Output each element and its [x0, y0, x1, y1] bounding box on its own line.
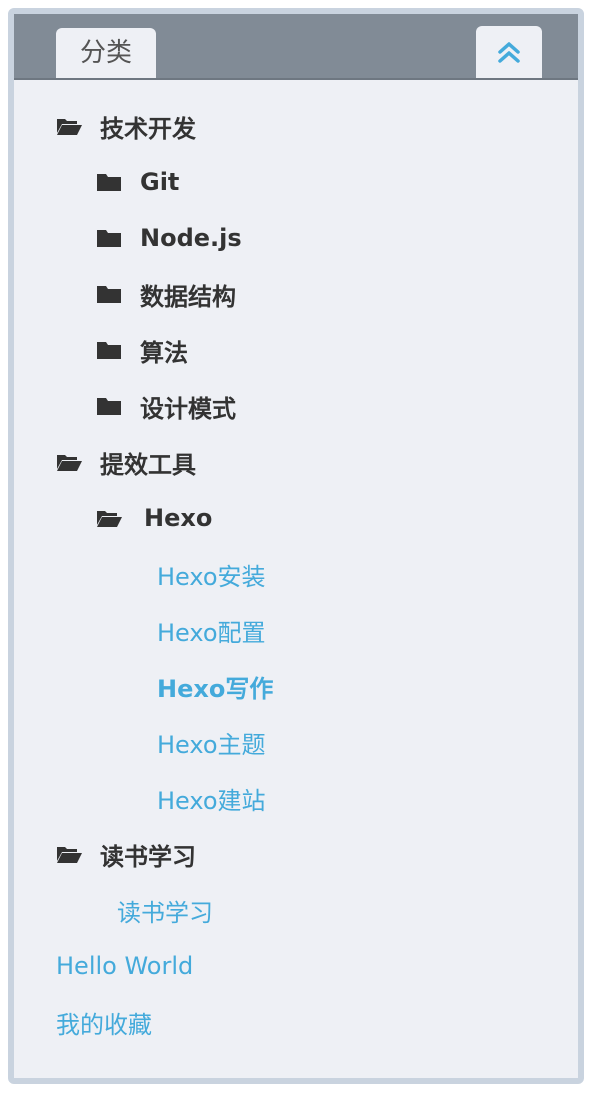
post-link-label[interactable]: Hexo建站 [157, 781, 266, 816]
category-label: 提效工具 [100, 450, 196, 479]
collapse-button[interactable] [476, 26, 542, 78]
category-label: 读书学习 [100, 842, 196, 871]
post-link[interactable]: Hexo建站 [157, 778, 266, 818]
category-algorithms[interactable]: 算法 [96, 330, 188, 370]
post-link[interactable]: 我的收藏 [56, 1002, 152, 1042]
double-chevron-up-icon [498, 42, 520, 63]
post-link[interactable]: Hexo配置 [157, 610, 266, 650]
post-link[interactable]: Hello World [56, 946, 193, 986]
folder-icon [97, 230, 121, 247]
category-tech[interactable]: 技术开发 [56, 106, 196, 146]
folder-icon [97, 342, 121, 359]
category-label: 算法 [140, 338, 188, 367]
post-link[interactable]: 读书学习 [117, 890, 213, 930]
panel-header: 分类 [14, 14, 578, 80]
category-label: Hexo [144, 504, 213, 532]
category-label: Git [140, 168, 180, 196]
category-panel: 分类 [8, 8, 584, 1084]
post-link-label[interactable]: Hexo写作 [157, 669, 273, 704]
folder-open-icon [97, 511, 122, 527]
post-link-label[interactable]: Hexo安装 [157, 557, 266, 592]
post-link-active[interactable]: Hexo写作 [157, 666, 273, 706]
post-link[interactable]: Hexo主题 [157, 722, 266, 762]
category-hexo[interactable]: Hexo [96, 498, 212, 538]
category-git[interactable]: Git [96, 162, 179, 202]
category-nodejs[interactable]: Node.js [96, 218, 242, 258]
folder-open-icon [57, 847, 82, 863]
post-link-label[interactable]: Hexo配置 [157, 613, 266, 648]
folder-open-icon [57, 455, 82, 471]
tab-category[interactable]: 分类 [56, 28, 156, 78]
category-label: 设计模式 [140, 394, 236, 423]
post-link-label[interactable]: Hello World [56, 952, 193, 980]
category-label: 技术开发 [100, 114, 196, 143]
folder-icon [97, 286, 121, 303]
category-reading[interactable]: 读书学习 [56, 834, 196, 874]
post-link-label[interactable]: 读书学习 [117, 893, 213, 928]
folder-icon [97, 174, 121, 191]
post-link[interactable]: Hexo安装 [157, 554, 266, 594]
category-data-structures[interactable]: 数据结构 [96, 274, 236, 314]
folder-icon [97, 398, 121, 415]
post-link-label[interactable]: Hexo主题 [157, 725, 266, 760]
category-label: Node.js [140, 224, 242, 252]
category-design-patterns[interactable]: 设计模式 [96, 386, 236, 426]
folder-open-icon [57, 119, 82, 135]
post-link-label[interactable]: 我的收藏 [56, 1005, 152, 1040]
category-label: 数据结构 [140, 282, 236, 311]
category-tools[interactable]: 提效工具 [56, 442, 196, 482]
